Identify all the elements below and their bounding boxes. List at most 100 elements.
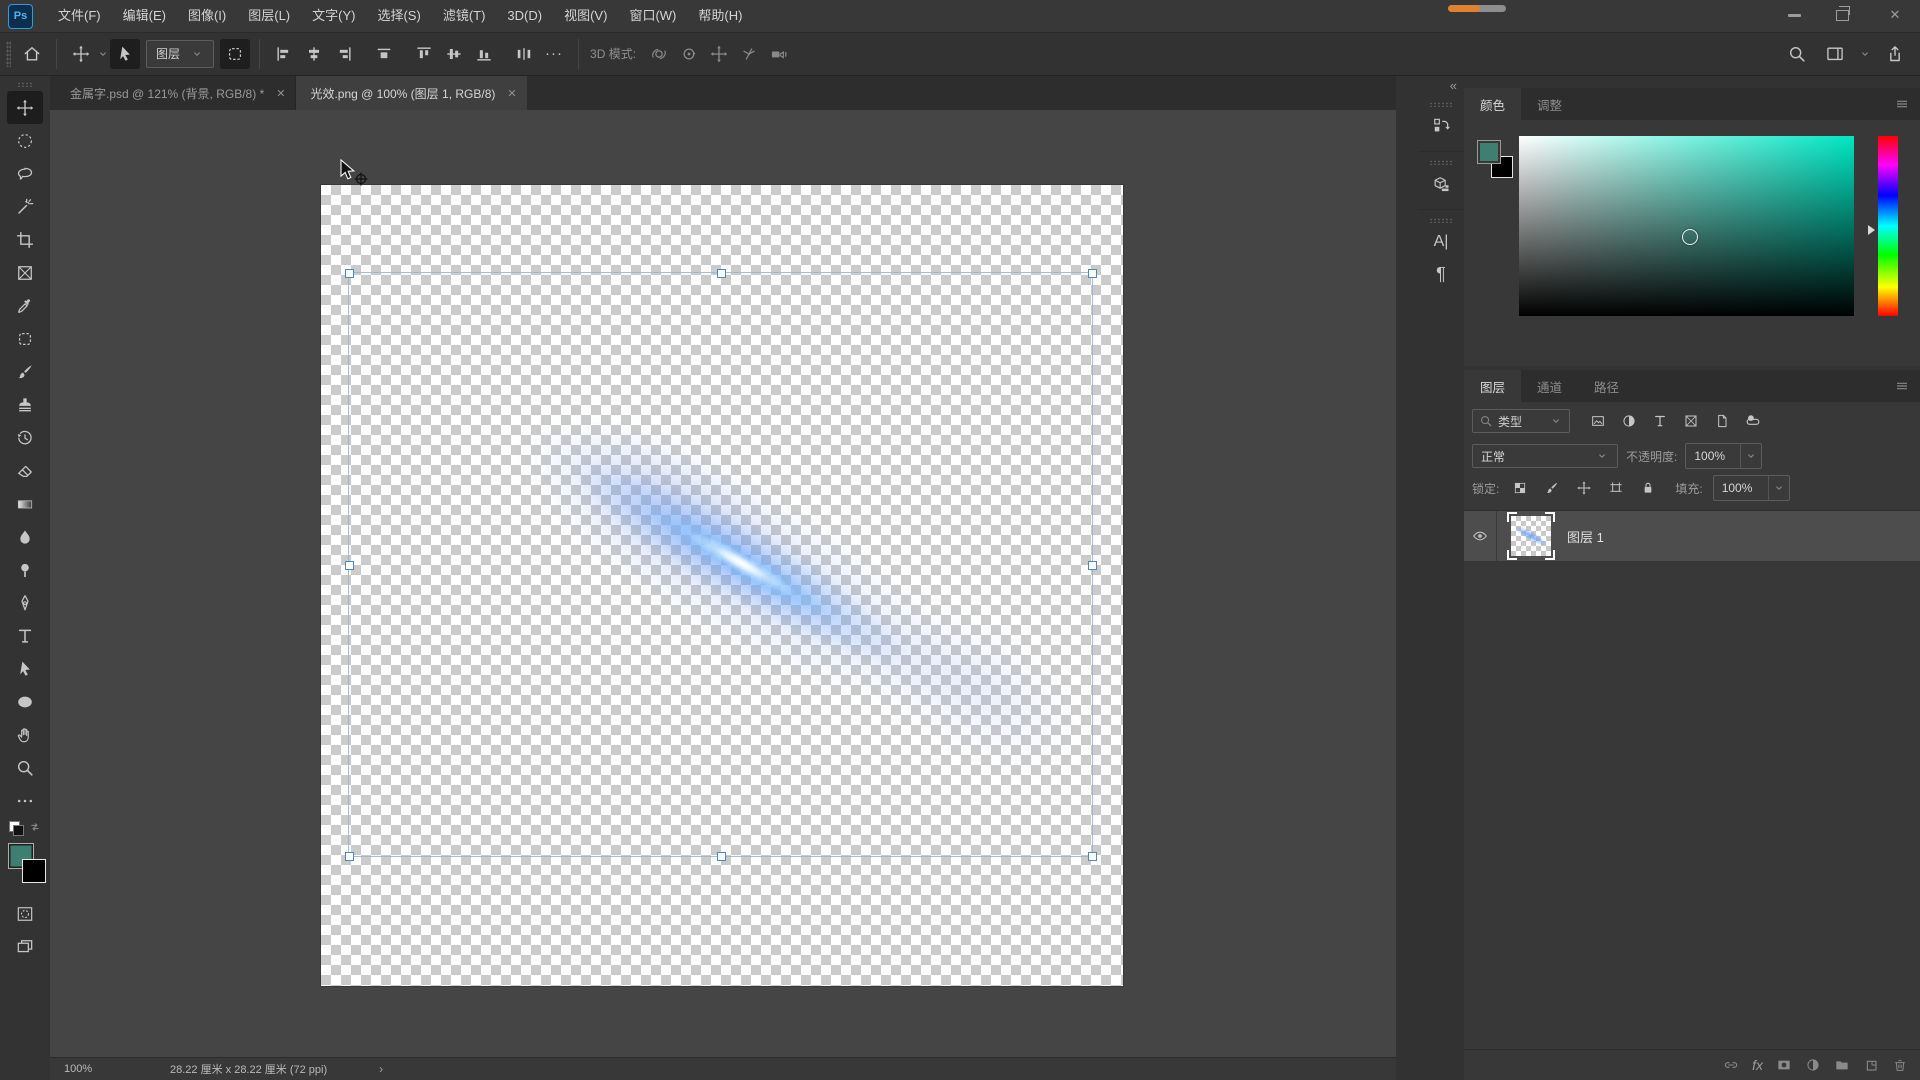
align-bottom-button[interactable] [469, 39, 499, 69]
character-panel-icon[interactable]: A| [1426, 227, 1456, 257]
distribute-vertical-button[interactable] [369, 39, 399, 69]
lock-artboard-icon[interactable] [1605, 477, 1627, 499]
background-color-swatch[interactable] [22, 859, 46, 883]
lock-transparent-pixels-icon[interactable] [1509, 477, 1531, 499]
canvas-viewport[interactable] [50, 110, 1396, 1057]
new-layer-icon[interactable] [1863, 1057, 1879, 1073]
transform-handle-nw[interactable] [345, 269, 354, 278]
auto-select-target-dropdown[interactable]: 图层 [146, 40, 214, 68]
menu-type[interactable]: 文字(Y) [301, 0, 366, 32]
blend-mode-dropdown[interactable]: 正常 [1472, 444, 1618, 468]
eraser-tool[interactable] [7, 454, 43, 487]
fill-field[interactable]: 100% [1713, 475, 1790, 501]
expand-panels-button[interactable]: « [1396, 76, 1464, 93]
tab-adjustments[interactable]: 调整 [1521, 88, 1578, 120]
lasso-tool[interactable] [7, 157, 43, 190]
menu-window[interactable]: 窗口(W) [618, 0, 687, 32]
transform-handle-sw[interactable] [345, 852, 354, 861]
healing-brush-tool[interactable] [7, 322, 43, 355]
lock-position-icon[interactable] [1573, 477, 1595, 499]
align-center-horizontal-button[interactable] [299, 39, 329, 69]
layer-style-fx-icon[interactable]: fx [1752, 1058, 1763, 1072]
3d-panel-icon[interactable] [1426, 169, 1456, 199]
opacity-caret-icon[interactable] [1740, 444, 1761, 468]
transform-handle-e[interactable] [1088, 561, 1097, 570]
3d-roll-icon[interactable] [674, 39, 704, 69]
restore-button[interactable] [1836, 10, 1858, 21]
share-icon[interactable] [1880, 39, 1910, 69]
layer-filter-type-dropdown[interactable]: 类型 [1472, 409, 1570, 433]
menu-help[interactable]: 帮助(H) [687, 0, 753, 32]
delete-layer-icon[interactable] [1892, 1057, 1908, 1073]
lock-all-icon[interactable] [1637, 477, 1659, 499]
hue-slider-marker[interactable] [1868, 225, 1875, 235]
new-group-icon[interactable] [1834, 1057, 1850, 1073]
color-field-cursor[interactable] [1682, 229, 1698, 245]
align-left-button[interactable] [269, 39, 299, 69]
link-layers-icon[interactable] [1723, 1057, 1739, 1073]
zoom-level-field[interactable]: 100% [64, 1063, 134, 1075]
transform-handle-n[interactable] [717, 269, 726, 278]
filter-type-layers-icon[interactable] [1649, 410, 1671, 432]
document-tab-light-effect[interactable]: 光效.png @ 100% (图层 1, RGB/8) ✕ [296, 76, 526, 110]
filter-pixel-layers-icon[interactable] [1587, 410, 1609, 432]
3d-camera-icon[interactable] [764, 39, 794, 69]
tool-preset-caret-icon[interactable] [96, 39, 110, 69]
layer-filter-toggle[interactable] [1742, 410, 1764, 432]
menu-layer[interactable]: 图层(L) [237, 0, 301, 32]
align-center-vertical-button[interactable] [439, 39, 469, 69]
saturation-brightness-field[interactable] [1519, 136, 1854, 316]
distribute-horizontal-button[interactable] [509, 39, 539, 69]
eyedropper-tool[interactable] [7, 289, 43, 322]
transform-handle-s[interactable] [717, 852, 726, 861]
transform-handle-se[interactable] [1088, 852, 1097, 861]
transform-handle-ne[interactable] [1088, 269, 1097, 278]
swap-colors-icon[interactable] [27, 819, 43, 835]
lock-image-pixels-icon[interactable] [1541, 477, 1563, 499]
blur-tool[interactable] [7, 520, 43, 553]
workspace-caret-icon[interactable] [1858, 39, 1872, 69]
layer-visibility-toggle[interactable] [1464, 511, 1497, 561]
opacity-field[interactable]: 100% [1685, 443, 1762, 469]
menu-filter[interactable]: 滤镜(T) [432, 0, 497, 32]
history-brush-tool[interactable] [7, 421, 43, 454]
history-panel-icon[interactable] [1426, 111, 1456, 141]
show-transform-controls-toggle[interactable] [220, 39, 250, 69]
pen-tool[interactable] [7, 586, 43, 619]
magic-wand-tool[interactable] [7, 190, 43, 223]
dodge-tool[interactable] [7, 553, 43, 586]
move-tool-preset-icon[interactable] [66, 39, 96, 69]
3d-orbit-icon[interactable] [644, 39, 674, 69]
new-adjustment-layer-icon[interactable] [1805, 1057, 1821, 1073]
type-tool[interactable] [7, 619, 43, 652]
menu-image[interactable]: 图像(I) [177, 0, 237, 32]
document-tab-metal-text[interactable]: 金属字.psd @ 121% (背景, RGB/8) * ✕ [56, 76, 296, 110]
more-align-options-button[interactable]: ··· [539, 39, 569, 69]
panel-menu-icon[interactable] [1894, 378, 1910, 394]
align-top-button[interactable] [409, 39, 439, 69]
close-button[interactable]: ✕ [1884, 7, 1906, 23]
tab-close-icon[interactable]: ✕ [507, 87, 516, 100]
hue-slider[interactable] [1878, 136, 1898, 316]
tab-layers[interactable]: 图层 [1464, 370, 1521, 402]
layer-name[interactable]: 图层 1 [1567, 527, 1604, 546]
brush-tool[interactable] [7, 355, 43, 388]
tab-close-icon[interactable]: ✕ [276, 87, 285, 100]
panel-foreground-swatch[interactable] [1477, 140, 1501, 164]
move-tool[interactable] [7, 91, 43, 124]
menu-select[interactable]: 选择(S) [366, 0, 431, 32]
auto-select-toggle[interactable] [110, 39, 140, 69]
add-layer-mask-icon[interactable] [1776, 1057, 1792, 1073]
3d-slide-icon[interactable] [734, 39, 764, 69]
zoom-tool[interactable] [7, 751, 43, 784]
3d-pan-icon[interactable] [704, 39, 734, 69]
transform-handle-w[interactable] [345, 561, 354, 570]
filter-smart-objects-icon[interactable] [1711, 410, 1733, 432]
default-colors-icon[interactable] [9, 821, 20, 832]
status-chevron-icon[interactable]: › [379, 1062, 383, 1076]
filter-shape-layers-icon[interactable] [1680, 410, 1702, 432]
layer-thumbnail[interactable] [1509, 514, 1553, 558]
crop-tool[interactable] [7, 223, 43, 256]
elliptical-marquee-tool[interactable] [7, 124, 43, 157]
layer-row-selected[interactable]: 图层 1 [1464, 511, 1920, 561]
